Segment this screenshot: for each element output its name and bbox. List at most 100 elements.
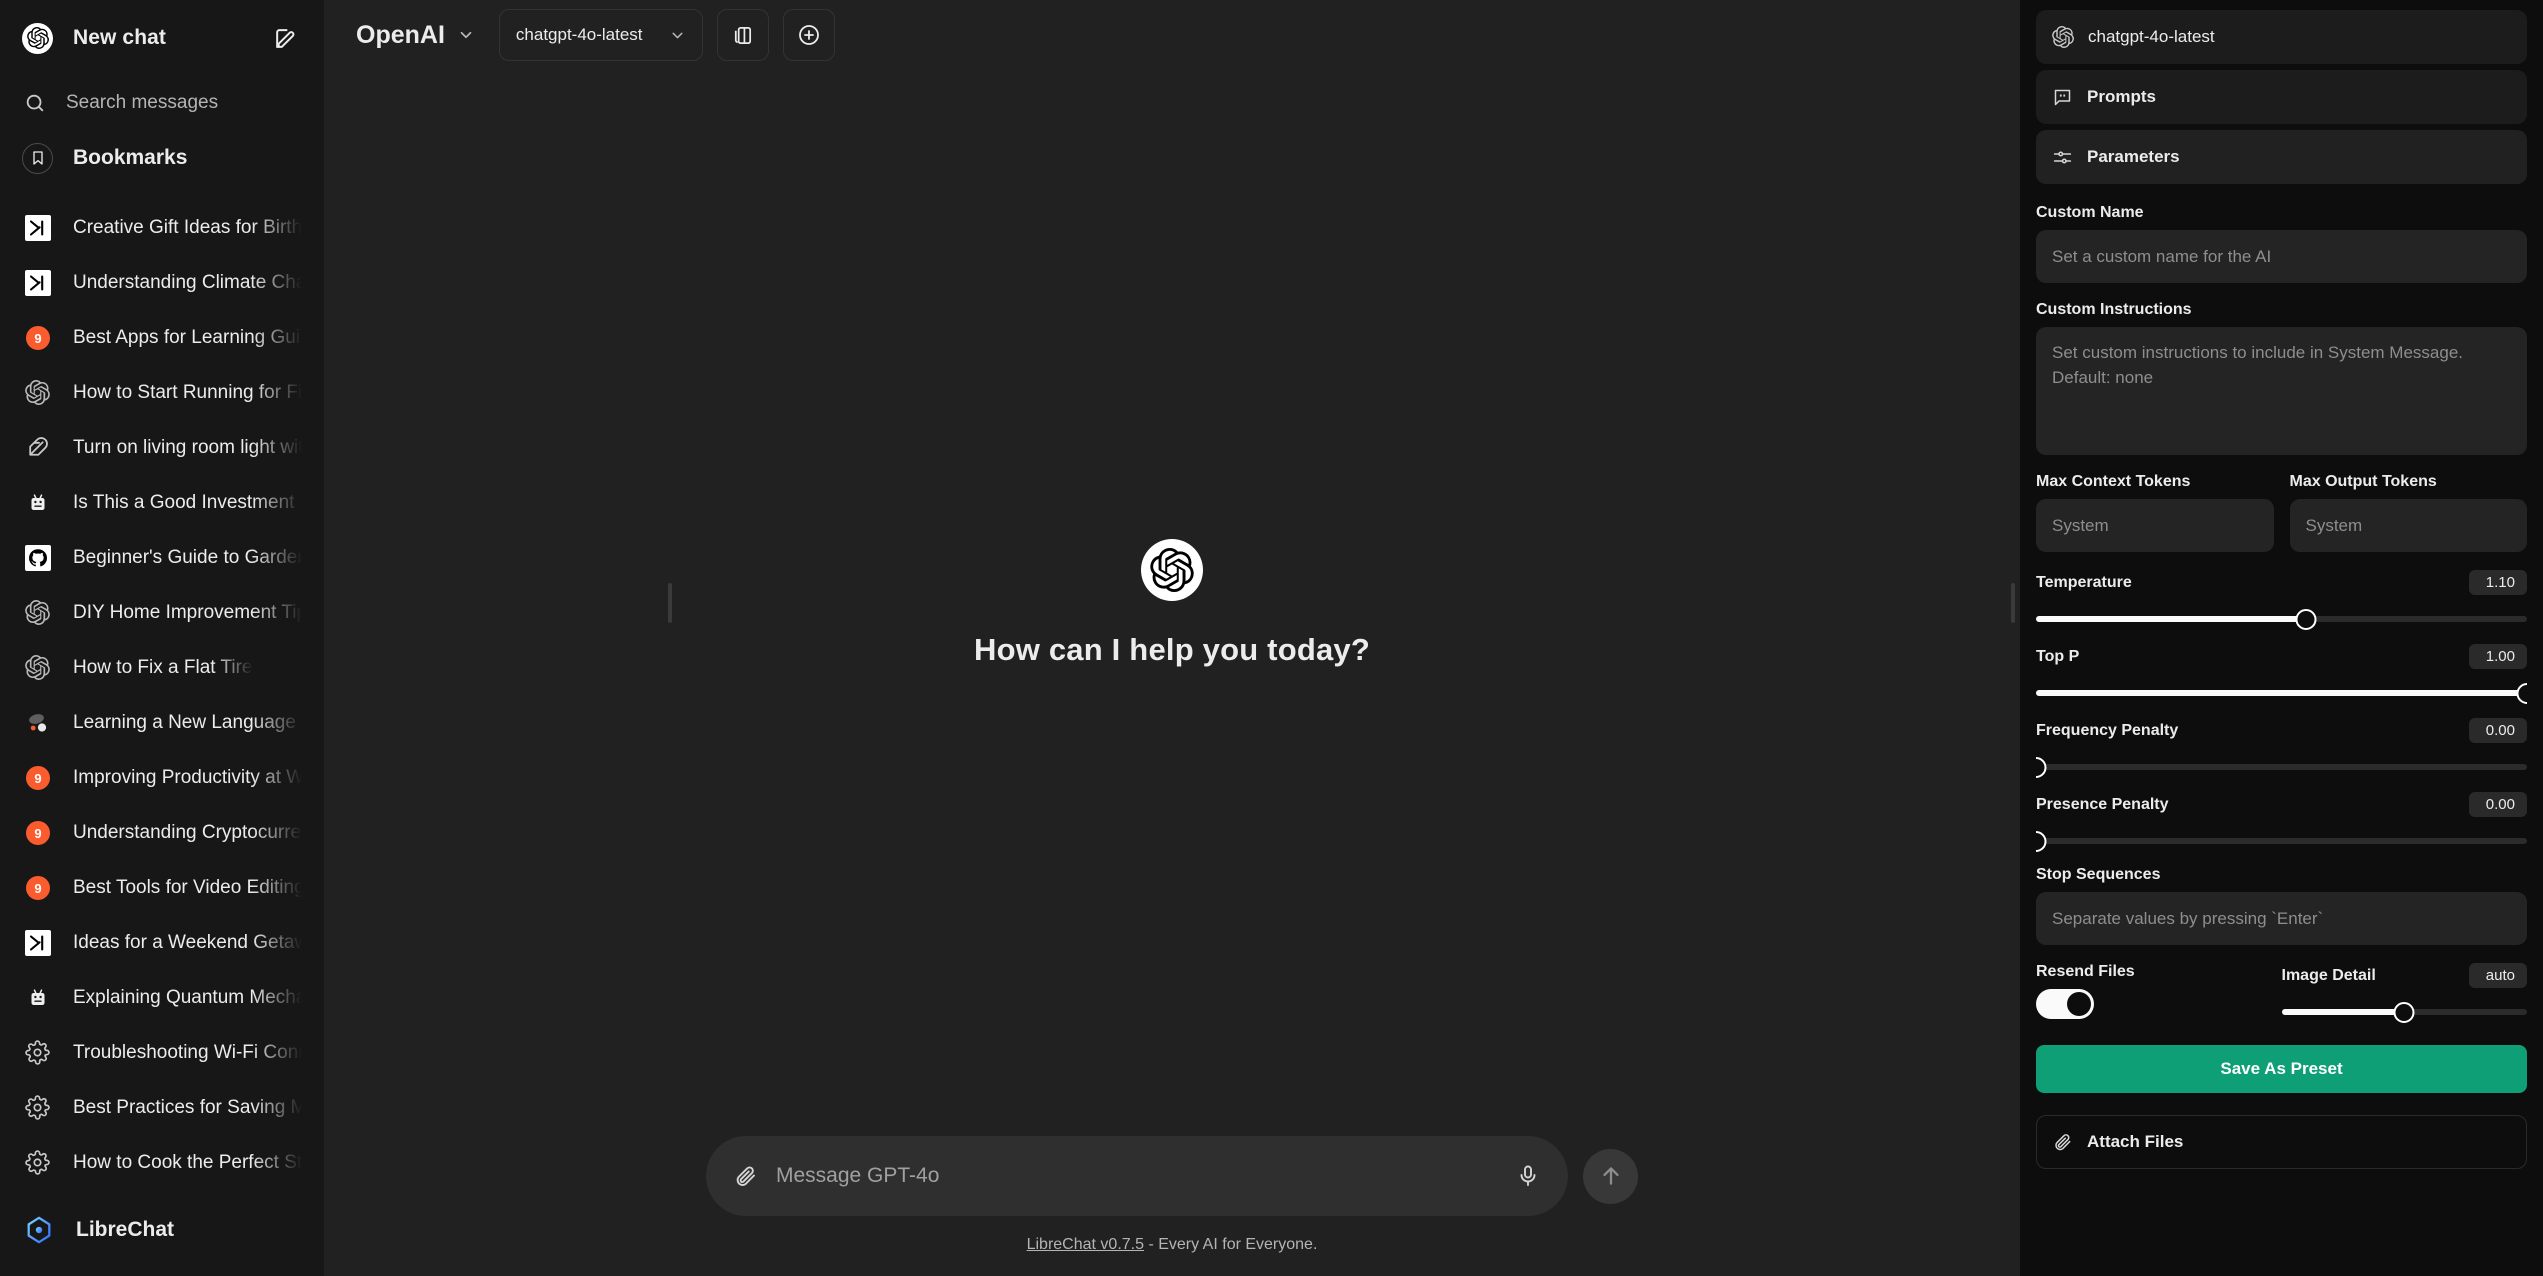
custom-instructions-input[interactable]: Set custom instructions to include in Sy… <box>2036 327 2527 455</box>
chevron-down-icon <box>457 26 475 44</box>
conversation-item[interactable]: How to Start Running for Fitne <box>14 365 310 420</box>
anthropic-icon <box>22 982 53 1013</box>
paperclip-icon[interactable] <box>734 1164 758 1188</box>
slider-track[interactable] <box>2036 756 2527 778</box>
main-area: OpenAI chatgpt-4o-latest How can I help … <box>324 0 2020 1276</box>
conversation-item[interactable]: Learning a New Language Qu <box>14 695 310 750</box>
sidebar-resize-handle[interactable] <box>668 583 672 623</box>
slider-knob[interactable] <box>2516 682 2527 704</box>
conversation-title: Creative Gift Ideas for Birthda <box>73 216 302 238</box>
slider-knob[interactable] <box>2036 756 2047 778</box>
conversation-item[interactable]: Explaining Quantum Mechanic <box>14 970 310 1025</box>
message-composer[interactable]: Message GPT-4o <box>706 1136 1568 1216</box>
slider-knob[interactable] <box>2393 1001 2415 1023</box>
conversation-item[interactable]: Creative Gift Ideas for Birthda <box>14 200 310 255</box>
chat-quote-icon <box>2052 87 2073 108</box>
chevron-down-icon <box>669 27 686 44</box>
slider-rail <box>2036 764 2527 770</box>
slider-label: Top P <box>2036 647 2080 665</box>
parameter-slider: Temperature 1.10 <box>2036 570 2527 630</box>
librechat-version-link[interactable]: LibreChat v0.7.5 <box>1027 1236 1144 1253</box>
max-output-input[interactable]: System <box>2289 499 2527 552</box>
microphone-icon[interactable] <box>1516 1164 1540 1188</box>
slider-label: Presence Penalty <box>2036 795 2169 813</box>
openai-logo-icon <box>22 22 53 54</box>
slider-track[interactable] <box>2036 608 2527 630</box>
model-selector[interactable]: chatgpt-4o-latest <box>498 9 703 61</box>
conversation-item[interactable]: 9 Best Tools for Video Editing <box>14 860 310 915</box>
openai-icon <box>22 597 53 628</box>
image-detail-label: Image Detail <box>2281 966 2376 984</box>
slider-track[interactable] <box>2036 682 2527 704</box>
openai-icon <box>22 377 53 408</box>
send-button[interactable] <box>1583 1148 1638 1204</box>
slider-header: Presence Penalty 0.00 <box>2036 792 2527 817</box>
search-input[interactable]: Search messages <box>14 76 310 130</box>
conversation-item[interactable]: How to Fix a Flat Tire <box>14 640 310 695</box>
custom-name-label: Custom Name <box>2036 204 2144 221</box>
conversation-title: Ideas for a Weekend Getaway <box>73 931 302 953</box>
resend-files-toggle[interactable] <box>2036 989 2094 1019</box>
prompts-label: Prompts <box>2087 87 2156 106</box>
github-icon <box>22 542 53 573</box>
slider-fill <box>2036 690 2527 696</box>
message-input[interactable]: Message GPT-4o <box>776 1164 1498 1188</box>
conversation-item[interactable]: DIY Home Improvement Tips <box>14 585 310 640</box>
resend-files-label: Resend Files <box>2036 963 2135 980</box>
custom-instructions-label: Custom Instructions <box>2036 301 2192 318</box>
conversation-item[interactable]: 9 Improving Productivity at Wor <box>14 750 310 805</box>
slider-rail <box>2036 838 2527 844</box>
attach-files-button[interactable]: Attach Files <box>2036 1115 2527 1169</box>
conversation-title: Troubleshooting Wi-Fi Conne <box>73 1041 302 1063</box>
custom-name-input[interactable]: Set a custom name for the AI <box>2036 230 2527 283</box>
new-chat-label[interactable]: New chat <box>73 26 166 50</box>
sidebar-footer[interactable]: LibreChat <box>14 1184 310 1276</box>
svg-text:9: 9 <box>34 331 41 346</box>
bookmarks-label: Bookmarks <box>73 146 188 169</box>
conversation-item[interactable]: Turn on living room light with <box>14 420 310 475</box>
max-context-input[interactable]: System <box>2036 499 2274 552</box>
slider-fill <box>2036 616 2307 622</box>
feather-icon <box>22 432 53 463</box>
image-detail-slider[interactable] <box>2281 1001 2527 1023</box>
slider-knob[interactable] <box>2295 608 2317 630</box>
mistral-icon: 9 <box>22 762 53 793</box>
model-value: chatgpt-4o-latest <box>515 25 643 44</box>
stop-sequences-input[interactable]: Separate values by pressing `Enter` <box>2036 892 2527 945</box>
conversation-title: Beginner's Guide to Gardenin <box>73 546 302 568</box>
tab-parameters[interactable]: Parameters <box>2036 130 2527 184</box>
slider-value[interactable]: 1.00 <box>2469 644 2527 669</box>
conversation-item[interactable]: Is This a Good Investment Op <box>14 475 310 530</box>
panel-model-card[interactable]: chatgpt-4o-latest <box>2036 10 2527 64</box>
top-toolbar: OpenAI chatgpt-4o-latest <box>324 0 2020 70</box>
slider-track[interactable] <box>2036 830 2527 852</box>
xai-icon <box>22 267 53 298</box>
custom-instructions-group: Custom Instructions Set custom instructi… <box>2036 301 2527 455</box>
slider-value[interactable]: 1.10 <box>2469 570 2527 595</box>
resend-files-group: Resend Files <box>2036 963 2282 1023</box>
pencil-square-icon[interactable] <box>268 21 302 55</box>
conversation-item[interactable]: Best Practices for Saving Mon <box>14 1080 310 1135</box>
slider-value[interactable]: 0.00 <box>2469 718 2527 743</box>
page-title: How can I help you today? <box>974 631 1370 667</box>
duplicate-panes-icon[interactable] <box>716 9 769 61</box>
image-detail-value[interactable]: auto <box>2469 963 2527 988</box>
max-context-label: Max Context Tokens <box>2036 473 2191 490</box>
conversation-item[interactable]: How to Cook the Perfect Stea <box>14 1135 310 1184</box>
conversation-item[interactable]: Understanding Climate Chang <box>14 255 310 310</box>
conversation-item[interactable]: 9 Best Apps for Learning Guitar <box>14 310 310 365</box>
conversation-item[interactable]: 9 Understanding Cryptocurrenc <box>14 805 310 860</box>
save-as-preset-button[interactable]: Save As Preset <box>2036 1045 2527 1093</box>
sidebar-item-bookmarks[interactable]: Bookmarks <box>14 130 310 186</box>
conversation-item[interactable]: Beginner's Guide to Gardenin <box>14 530 310 585</box>
provider-selector[interactable]: OpenAI <box>346 15 485 56</box>
conversation-item[interactable]: Ideas for a Weekend Getaway <box>14 915 310 970</box>
tab-prompts[interactable]: Prompts <box>2036 70 2527 124</box>
toggle-row: Resend Files Image Detail auto <box>2036 963 2527 1023</box>
max-output-label: Max Output Tokens <box>2289 473 2437 490</box>
panel-resize-handle[interactable] <box>2011 583 2015 623</box>
slider-knob[interactable] <box>2036 830 2047 852</box>
conversation-item[interactable]: Troubleshooting Wi-Fi Conne <box>14 1025 310 1080</box>
slider-value[interactable]: 0.00 <box>2469 792 2527 817</box>
plus-circle-icon[interactable] <box>782 9 835 61</box>
